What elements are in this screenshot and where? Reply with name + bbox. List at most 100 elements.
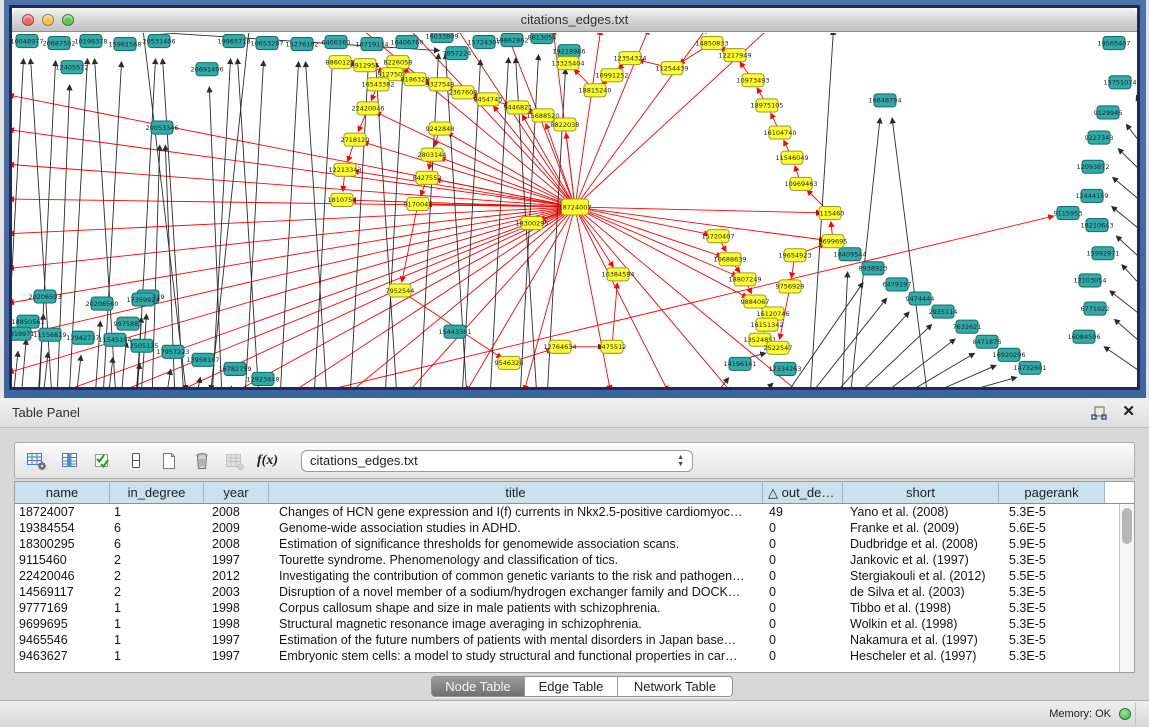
graph-edge[interactable] [349, 207, 575, 387]
table-row[interactable]: 1830029562008Estimation of significance … [15, 536, 1134, 552]
cell-title[interactable]: Embryonic stem cells: a model to study s… [269, 648, 763, 664]
function-builder-button[interactable]: f(x) [254, 447, 281, 475]
tab-edge-table[interactable]: Edge Table [524, 677, 617, 696]
graph-edge[interactable] [43, 353, 48, 387]
column-header-short[interactable]: short [843, 482, 999, 503]
graph-edge[interactable] [1104, 347, 1137, 377]
cell-year[interactable]: 1998 [204, 616, 269, 632]
table-row[interactable]: 2242004622012Investigating the contribut… [15, 568, 1134, 584]
cell-out_degree[interactable]: 0 [763, 568, 843, 584]
cell-in_degree[interactable]: 6 [110, 536, 204, 552]
column-header-pagerank[interactable]: pagerank [999, 482, 1105, 503]
scrollbar-thumb[interactable] [1122, 508, 1132, 544]
graph-edge[interactable] [12, 207, 575, 338]
cell-out_degree[interactable]: 0 [763, 600, 843, 616]
cell-name[interactable]: 9463627 [15, 648, 110, 664]
graph-edge[interactable] [12, 207, 575, 372]
memory-status-indicator[interactable] [1119, 708, 1131, 720]
tab-network-table[interactable]: Network Table [617, 677, 732, 696]
cell-out_degree[interactable]: 0 [763, 584, 843, 600]
cell-short[interactable]: Wolkin et al. (1998) [843, 616, 999, 632]
vertical-scrollbar[interactable] [1119, 504, 1134, 672]
cell-year[interactable]: 1997 [204, 552, 269, 568]
graph-edge[interactable] [1115, 320, 1137, 349]
cell-name[interactable]: 14569117 [15, 584, 110, 600]
cell-in_degree[interactable]: 2 [110, 552, 204, 568]
cell-pagerank[interactable]: 5.3E-5 [999, 504, 1105, 520]
cell-year[interactable]: 2009 [204, 520, 269, 536]
graph-edge[interactable] [420, 54, 439, 387]
graph-edge[interactable] [95, 322, 100, 387]
cell-name[interactable]: 18300295 [15, 536, 110, 552]
minimize-button[interactable] [42, 14, 54, 26]
graph-edge[interactable] [376, 112, 575, 207]
cell-title[interactable]: Disruption of a novel member of a sodium… [269, 584, 763, 600]
cell-title[interactable]: Investigating the contribution of common… [269, 568, 763, 584]
cell-out_degree[interactable]: 0 [763, 648, 843, 664]
panel-layout-button[interactable] [122, 447, 149, 475]
close-button[interactable] [22, 14, 34, 26]
column-header-year[interactable]: year [204, 482, 269, 503]
table-row[interactable]: 1456911722003Disruption of a novel membe… [15, 584, 1134, 600]
graph-edge[interactable] [436, 180, 575, 207]
graph-edge[interactable] [12, 207, 575, 234]
graph-edge[interactable] [612, 283, 617, 346]
cell-year[interactable]: 1997 [204, 648, 269, 664]
cell-title[interactable]: Structural magnetic resonance image aver… [269, 616, 763, 632]
cell-year[interactable]: 2003 [204, 584, 269, 600]
close-panel-icon[interactable]: ✕ [1122, 402, 1135, 420]
cell-out_degree[interactable]: 49 [763, 504, 843, 520]
select-all-button[interactable] [89, 447, 116, 475]
graph-edge[interactable] [1112, 207, 1137, 236]
cell-short[interactable]: Tibbo et al. (1998) [843, 600, 999, 616]
cell-out_degree[interactable]: 0 [763, 536, 843, 552]
cell-pagerank[interactable]: 5.3E-5 [999, 584, 1105, 600]
cell-pagerank[interactable]: 5.3E-5 [999, 632, 1105, 648]
graph-edge[interactable] [290, 216, 1053, 387]
cell-pagerank[interactable]: 5.9E-5 [999, 536, 1105, 552]
cell-year[interactable]: 1997 [204, 632, 269, 648]
graph-edge[interactable] [892, 118, 928, 387]
graph-edge[interactable] [76, 356, 81, 387]
cell-short[interactable]: Hescheler et al. (1997) [843, 648, 999, 664]
graph-edge[interactable] [290, 207, 575, 387]
cell-year[interactable]: 2012 [204, 568, 269, 584]
graph-edge[interactable] [1126, 125, 1137, 153]
nodes-layer[interactable]: 1004897720687502101963781596156820531406… [12, 33, 1137, 385]
cell-year[interactable]: 2008 [204, 504, 269, 520]
cell-name[interactable]: 9465546 [15, 632, 110, 648]
graph-edge[interactable] [877, 339, 955, 387]
graph-edge[interactable] [842, 272, 848, 387]
column-header-in_degree[interactable]: in_degree [110, 482, 204, 503]
graph-edge[interactable] [1122, 265, 1137, 294]
cell-title[interactable]: Estimation of the future numbers of pati… [269, 632, 763, 648]
cell-short[interactable]: Dudbridge et al. (2008) [843, 536, 999, 552]
float-window-icon[interactable] [1091, 405, 1107, 421]
graph-edge[interactable] [21, 340, 26, 387]
table-row[interactable]: 1938455462009Genome-wide association stu… [15, 520, 1134, 536]
network-graph[interactable]: 1004897720687502101963781596156820531406… [12, 33, 1137, 387]
cell-out_degree[interactable]: 0 [763, 552, 843, 568]
graph-edge[interactable] [830, 312, 909, 387]
table-row[interactable]: 969969511998Structural magnetic resonanc… [15, 616, 1134, 632]
table-selector-dropdown[interactable]: citations_edges.txt ▲▼ [301, 450, 693, 472]
cell-in_degree[interactable]: 1 [110, 632, 204, 648]
cell-name[interactable]: 18724007 [15, 504, 110, 520]
graph-edge[interactable] [575, 207, 721, 256]
cell-pagerank[interactable]: 5.3E-5 [999, 600, 1105, 616]
graph-edge[interactable] [385, 60, 404, 387]
table-row[interactable]: 946362711997Embryonic stem cells: a mode… [15, 648, 1134, 664]
cell-title[interactable]: Corpus callosum shape and size in male p… [269, 600, 763, 616]
cell-short[interactable]: Yano et al. (2008) [843, 504, 999, 520]
cell-short[interactable]: de Silva et al. (2003) [843, 584, 999, 600]
graph-edge[interactable] [108, 358, 113, 387]
graph-edge[interactable] [940, 377, 1016, 387]
zoom-button[interactable] [62, 14, 74, 26]
cell-title[interactable]: Genome-wide association studies in ADHD. [269, 520, 763, 536]
cell-title[interactable]: Tourette syndrome. Phenomenology and cla… [269, 552, 763, 568]
graph-edge[interactable] [524, 207, 575, 387]
cell-year[interactable]: 1998 [204, 600, 269, 616]
cell-out_degree[interactable]: 0 [763, 616, 843, 632]
network-window-titlebar[interactable]: citations_edges.txt [12, 8, 1137, 32]
graph-edge[interactable] [807, 299, 886, 387]
